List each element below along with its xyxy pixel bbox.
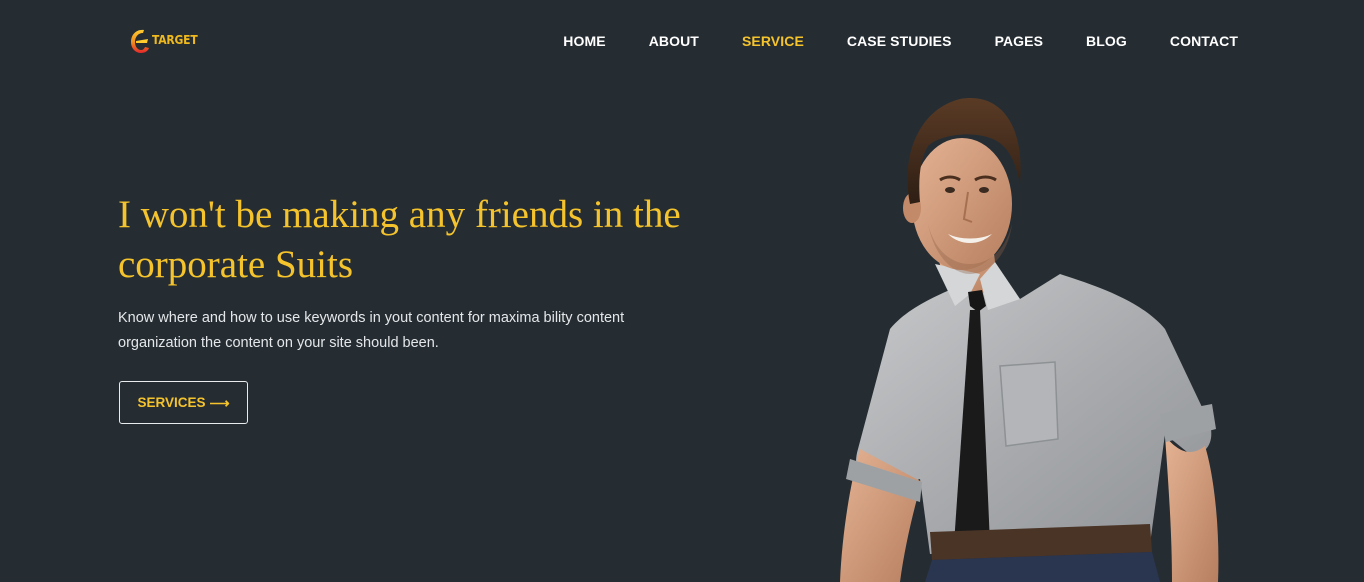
nav-item-service[interactable]: SERVICE	[742, 32, 804, 50]
arrow-right-icon: ⟶	[209, 394, 230, 411]
nav-item-pages[interactable]: PAGES	[995, 32, 1043, 50]
nav-item-home[interactable]: HOME	[563, 32, 605, 50]
nav-item-case-studies[interactable]: CASE STUDIES	[847, 32, 952, 50]
brand-name: TARGET	[152, 32, 198, 47]
nav-item-about[interactable]: ABOUT	[649, 32, 699, 50]
nav-item-blog[interactable]: BLOG	[1086, 32, 1127, 50]
brand-logo[interactable]: TARGET	[128, 24, 198, 58]
services-button-label: SERVICES	[137, 395, 206, 410]
target-logo-icon	[131, 29, 149, 53]
nav-list: HOME ABOUT SERVICE CASE STUDIES PAGES BL…	[563, 32, 1238, 50]
nav-item-contact[interactable]: CONTACT	[1170, 32, 1238, 50]
hero-title: I won't be making any friends in the cor…	[118, 193, 681, 286]
services-button[interactable]: SERVICES ⟶	[119, 381, 248, 424]
hero-person-image	[840, 98, 1219, 582]
landing-page: TARGET HOME ABOUT SERVICE CASE STUDIES P…	[0, 0, 1364, 582]
hero-description: Know where and how to use keywords in yo…	[118, 310, 625, 351]
